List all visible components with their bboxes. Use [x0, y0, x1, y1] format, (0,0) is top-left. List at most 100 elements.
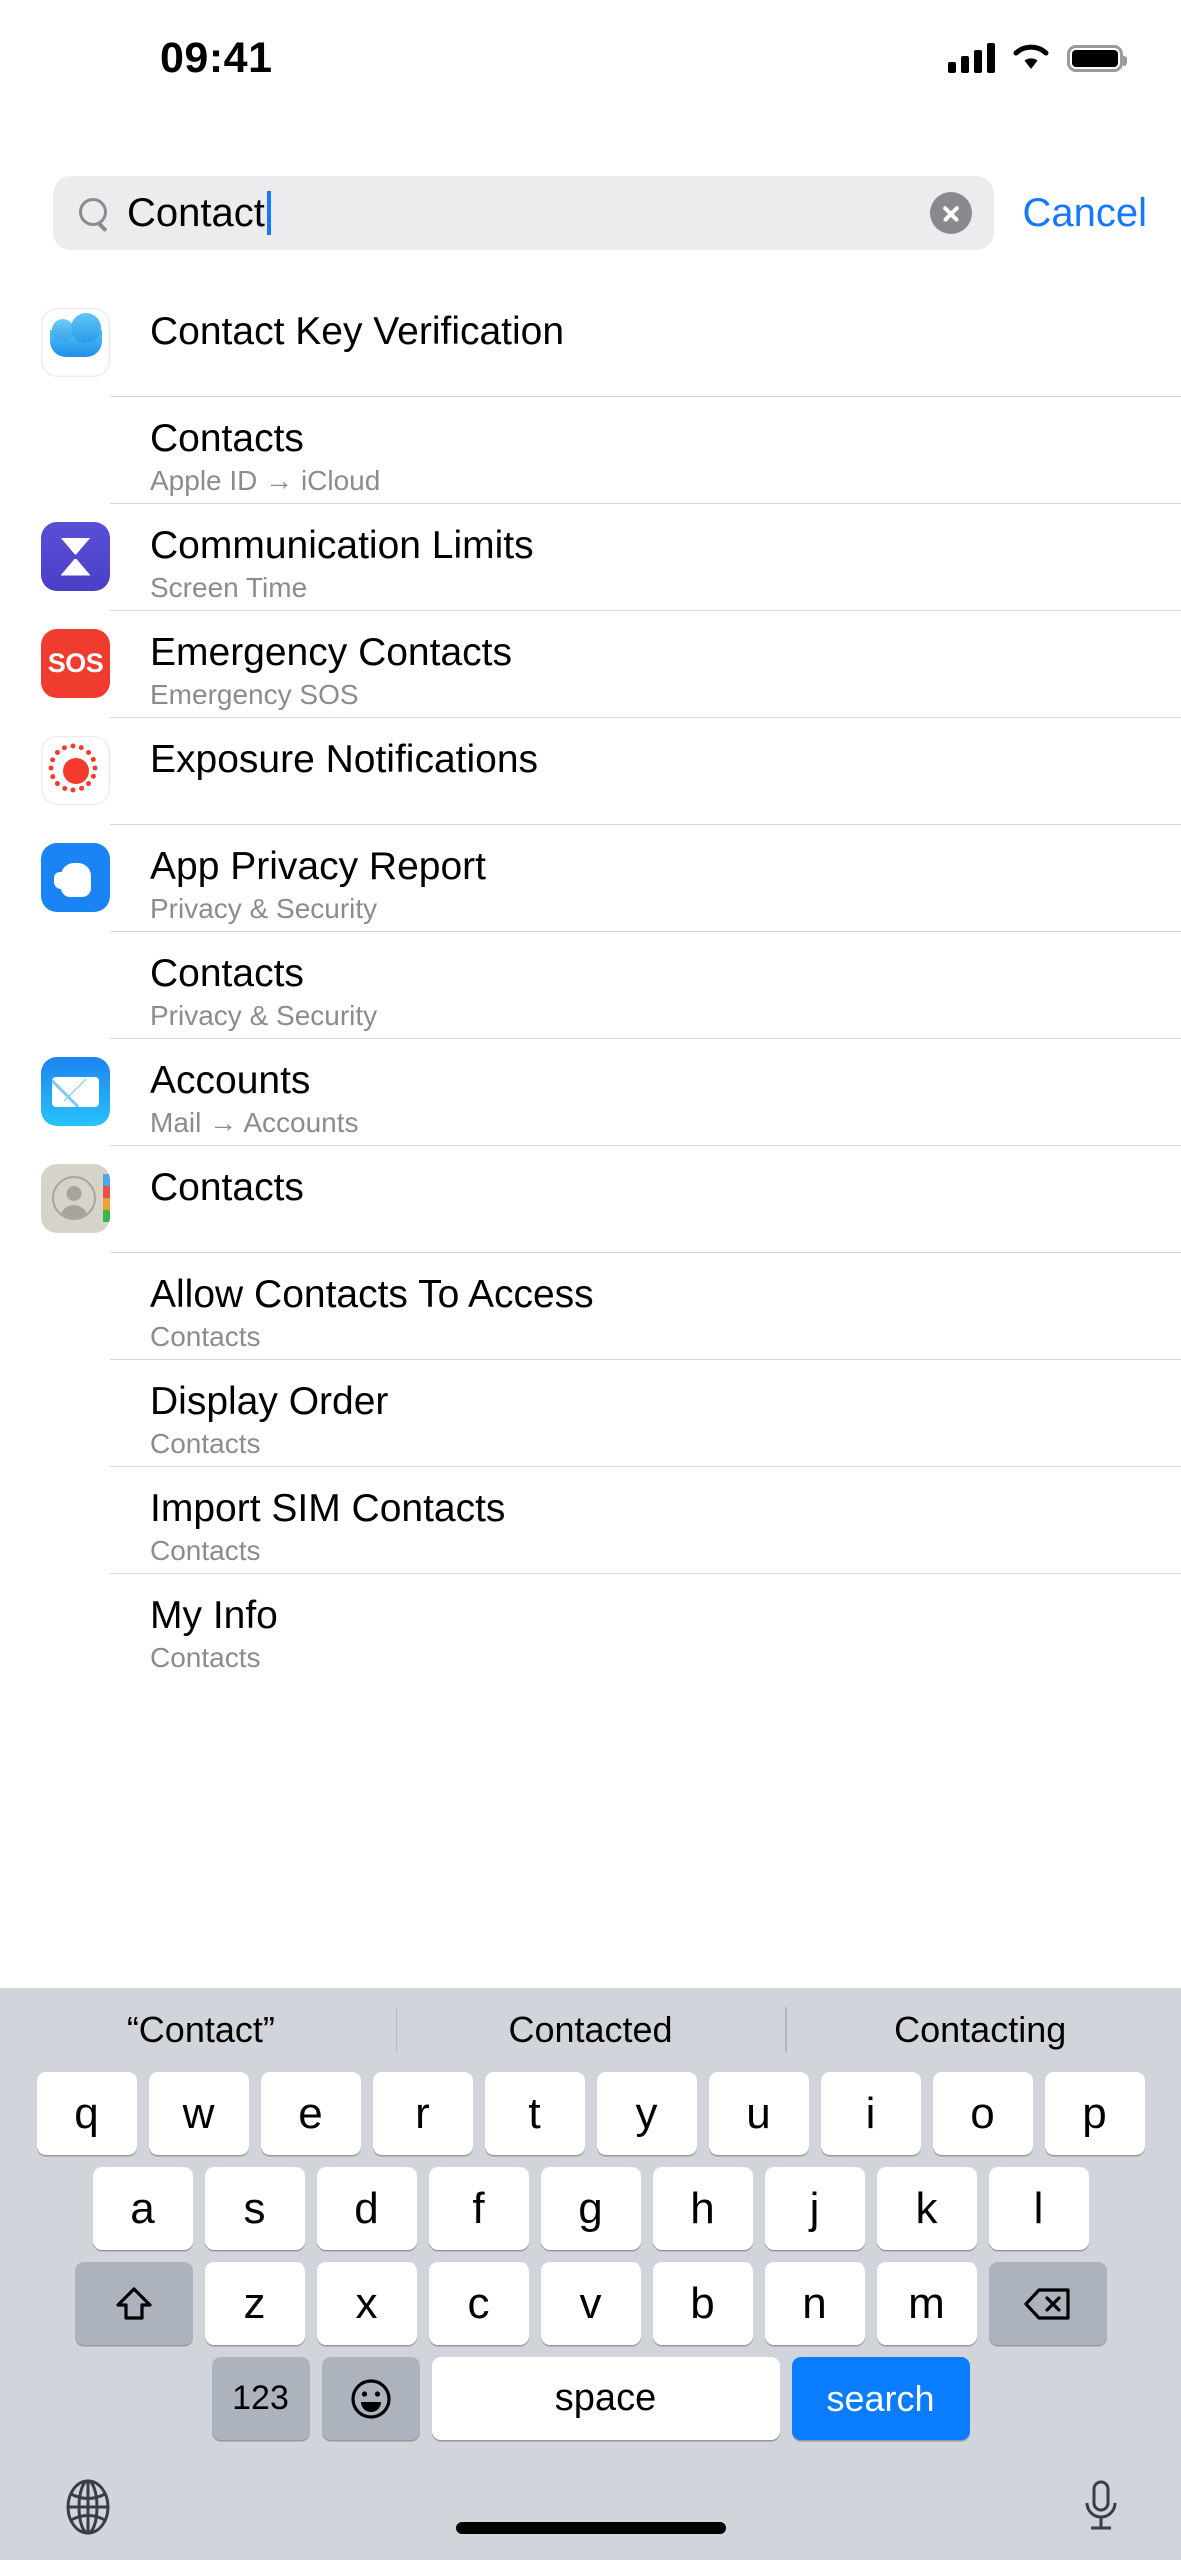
key-f[interactable]: f — [428, 2167, 529, 2250]
result-row[interactable]: Contacts — [0, 1146, 1181, 1253]
result-row[interactable]: Contact Key Verification — [0, 290, 1181, 397]
result-subtitle: Contacts — [150, 1642, 261, 1673]
home-indicator — [455, 2522, 726, 2534]
result-text: My Info Contacts — [150, 1574, 1181, 1676]
key-y[interactable]: y — [596, 2072, 697, 2155]
iphone-screen: 09:41 Contact Cancel Contact Key Verific… — [0, 0, 1181, 2560]
result-icon-slot — [41, 504, 110, 591]
result-text: Contact Key Verification — [150, 290, 1181, 354]
result-row[interactable]: Communication Limits Screen Time — [0, 504, 1181, 611]
result-icon-slot — [41, 932, 110, 950]
key-i[interactable]: i — [820, 2072, 921, 2155]
key-c[interactable]: c — [428, 2262, 529, 2345]
battery-icon — [1067, 44, 1127, 72]
result-icon-slot — [41, 825, 110, 912]
result-row[interactable]: App Privacy Report Privacy & Security — [0, 825, 1181, 932]
key-d[interactable]: d — [316, 2167, 417, 2250]
exposure-notifications-icon — [41, 736, 110, 805]
result-title: Exposure Notifications — [150, 738, 539, 781]
status-bar: 09:41 — [0, 0, 1181, 108]
result-row[interactable]: Contacts Apple ID → iCloud — [0, 397, 1181, 504]
result-icon-slot — [41, 1253, 110, 1271]
result-title: Contacts — [150, 417, 304, 460]
result-icon-slot: SOS — [41, 611, 110, 698]
key-r[interactable]: r — [372, 2072, 473, 2155]
result-row[interactable]: My Info Contacts — [0, 1574, 1181, 1681]
key-x[interactable]: x — [316, 2262, 417, 2345]
key-g[interactable]: g — [540, 2167, 641, 2250]
key-h[interactable]: h — [652, 2167, 753, 2250]
result-title: Accounts — [150, 1059, 311, 1102]
result-row[interactable]: Allow Contacts To Access Contacts — [0, 1253, 1181, 1360]
result-subtitle: Mail → Accounts — [150, 1107, 359, 1138]
result-icon-slot — [41, 1039, 110, 1126]
result-row[interactable]: Accounts Mail → Accounts — [0, 1039, 1181, 1146]
result-text: Communication Limits Screen Time — [150, 504, 1181, 606]
prediction-candidate[interactable]: “Contact” — [6, 2009, 396, 2051]
result-title: Contacts — [150, 952, 304, 995]
result-icon-slot — [41, 1574, 110, 1592]
wifi-icon — [1013, 44, 1049, 69]
result-text: App Privacy Report Privacy & Security — [150, 825, 1181, 927]
prediction-candidate[interactable]: Contacting — [785, 2009, 1175, 2051]
key-p[interactable]: p — [1044, 2072, 1145, 2155]
space-key[interactable]: space — [431, 2357, 780, 2440]
predictive-text-bar[interactable]: “Contact” Contacted Contacting — [0, 1988, 1181, 2072]
result-subtitle: Privacy & Security — [150, 893, 378, 924]
key-s[interactable]: s — [204, 2167, 305, 2250]
key-q[interactable]: q — [36, 2072, 137, 2155]
key-w[interactable]: w — [148, 2072, 249, 2155]
result-row[interactable]: Display Order Contacts — [0, 1360, 1181, 1467]
result-subtitle: Emergency SOS — [150, 679, 359, 710]
search-results-list[interactable]: Contact Key Verification Contacts Apple … — [0, 290, 1181, 1988]
result-text: Allow Contacts To Access Contacts — [150, 1253, 1181, 1355]
key-v[interactable]: v — [540, 2262, 641, 2345]
key-j[interactable]: j — [764, 2167, 865, 2250]
keyboard-row-1: q w e r t y u i o p — [0, 2072, 1181, 2155]
key-l[interactable]: l — [988, 2167, 1089, 2250]
key-o[interactable]: o — [932, 2072, 1033, 2155]
key-b[interactable]: b — [652, 2262, 753, 2345]
delete-key[interactable] — [988, 2262, 1107, 2345]
emergency-sos-icon: SOS — [41, 629, 110, 698]
result-text: Contacts Apple ID → iCloud — [150, 397, 1181, 499]
result-row[interactable]: Exposure Notifications — [0, 718, 1181, 825]
key-a[interactable]: a — [92, 2167, 193, 2250]
shift-key[interactable] — [74, 2262, 193, 2345]
search-key[interactable]: search — [791, 2357, 970, 2440]
on-screen-keyboard[interactable]: “Contact” Contacted Contacting q w e r t… — [0, 1988, 1181, 2560]
emoji-key[interactable] — [321, 2357, 420, 2440]
globe-icon[interactable] — [58, 2477, 118, 2537]
result-text: Contacts — [150, 1146, 1181, 1210]
result-text: Emergency Contacts Emergency SOS — [150, 611, 1181, 713]
key-u[interactable]: u — [708, 2072, 809, 2155]
result-icon-slot — [41, 1146, 110, 1233]
status-indicators — [948, 43, 1127, 73]
result-row[interactable]: Import SIM Contacts Contacts — [0, 1467, 1181, 1574]
result-row[interactable]: Contacts Privacy & Security — [0, 932, 1181, 1039]
keyboard-row-2: a s d f g h j k l — [0, 2167, 1181, 2250]
screen-time-icon — [41, 522, 110, 591]
clear-icon[interactable] — [930, 192, 973, 234]
keyboard-bottom-bar — [0, 2452, 1181, 2560]
shift-icon — [115, 2286, 152, 2320]
search-input[interactable]: Contact — [53, 176, 995, 250]
numbers-key[interactable]: 123 — [211, 2357, 310, 2440]
key-e[interactable]: e — [260, 2072, 361, 2155]
key-t[interactable]: t — [484, 2072, 585, 2155]
result-title: Contacts — [150, 1166, 304, 1209]
prediction-candidate[interactable]: Contacted — [396, 2009, 786, 2051]
result-subtitle: Contacts — [150, 1321, 261, 1352]
key-m[interactable]: m — [876, 2262, 977, 2345]
result-icon-slot — [41, 718, 110, 805]
result-icon-slot — [41, 1360, 110, 1378]
result-title: Contact Key Verification — [150, 310, 565, 353]
contacts-app-icon — [41, 1164, 110, 1233]
result-title: App Privacy Report — [150, 845, 486, 888]
cancel-button[interactable]: Cancel — [994, 191, 1157, 236]
key-n[interactable]: n — [764, 2262, 865, 2345]
key-z[interactable]: z — [204, 2262, 305, 2345]
microphone-icon[interactable] — [1079, 2477, 1123, 2537]
key-k[interactable]: k — [876, 2167, 977, 2250]
result-row[interactable]: SOS Emergency Contacts Emergency SOS — [0, 611, 1181, 718]
